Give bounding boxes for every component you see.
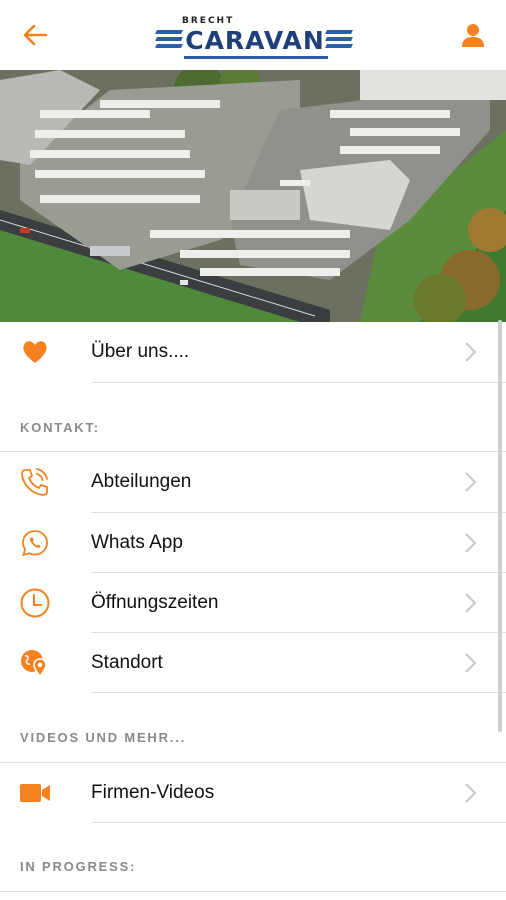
heart-icon <box>18 336 52 368</box>
menu-item-about-label: Über uns.... <box>91 341 190 362</box>
section-header-videos: VIDEOS UND MEHR... <box>20 730 187 745</box>
chevron-right-icon <box>465 342 477 362</box>
menu-item-company-videos-label: Firmen-Videos <box>91 782 215 803</box>
chevron-right-icon <box>465 593 477 613</box>
menu-item-about[interactable]: Über uns.... <box>0 322 500 382</box>
section-header-contact: KONTAKT: <box>20 420 100 435</box>
menu-item-departments-label: Abteilungen <box>91 471 192 492</box>
brand-logo: BRECHT CARAVAN <box>154 14 354 60</box>
menu-item-company-videos[interactable]: Firmen-Videos <box>0 763 500 823</box>
divider <box>0 891 506 892</box>
logo-underline <box>184 56 328 59</box>
divider <box>91 822 506 823</box>
whatsapp-icon <box>18 527 52 559</box>
back-button[interactable] <box>18 20 52 50</box>
brand-name-right: VAN <box>263 26 325 55</box>
user-icon <box>462 24 484 47</box>
menu-item-opening-hours-label: Öffnungszeiten <box>91 592 219 613</box>
menu-item-location-label: Standort <box>91 652 163 673</box>
menu-item-whatsapp[interactable]: Whats App <box>0 513 500 573</box>
map-pin-globe-icon <box>18 647 52 679</box>
brand-name-left: CARA <box>185 26 264 55</box>
section-header-in-progress: IN PROGRESS: <box>20 859 137 874</box>
chevron-right-icon <box>465 653 477 673</box>
chevron-right-icon <box>465 472 477 492</box>
chevron-right-icon <box>465 533 477 553</box>
logo-stripes-left <box>155 30 183 52</box>
divider <box>91 382 506 383</box>
menu-item-whatsapp-label: Whats App <box>91 532 183 553</box>
video-camera-icon <box>18 777 52 809</box>
clock-icon <box>18 587 52 619</box>
hero-aerial-image <box>0 70 506 322</box>
chevron-right-icon <box>465 783 477 803</box>
divider <box>91 692 506 693</box>
logo-stripes-right <box>325 30 353 52</box>
menu-item-location[interactable]: Standort <box>0 633 500 693</box>
app-header: BRECHT CARAVAN <box>0 0 506 70</box>
scrollbar[interactable] <box>498 320 502 732</box>
phone-ringing-icon <box>18 466 52 498</box>
menu-item-opening-hours[interactable]: Öffnungszeiten <box>0 573 500 633</box>
menu-item-departments[interactable]: Abteilungen <box>0 452 500 512</box>
arrow-left-icon <box>23 24 48 46</box>
profile-button[interactable] <box>456 18 490 52</box>
brand-name: CARAVAN <box>180 26 330 55</box>
